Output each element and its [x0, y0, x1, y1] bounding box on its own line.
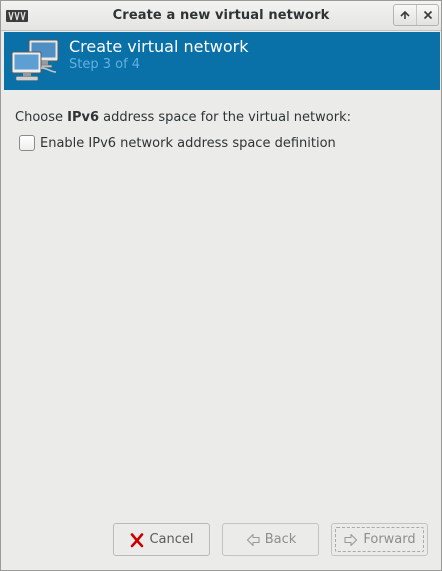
maximize-icon — [400, 10, 410, 19]
maximize-button[interactable] — [394, 5, 417, 25]
enable-ipv6-label[interactable]: Enable IPv6 network address space defini… — [40, 136, 336, 151]
ipv6-prompt: Choose IPv6 address space for the virtua… — [15, 110, 351, 125]
wizard-title: Create virtual network — [69, 37, 249, 56]
cancel-x-icon — [131, 532, 144, 547]
window-controls — [393, 4, 439, 26]
back-button[interactable]: Back — [222, 523, 319, 556]
enable-ipv6-option[interactable]: Enable IPv6 network address space defini… — [19, 134, 336, 152]
wizard-header-banner: Create virtual network Step 3 of 4 — [4, 32, 440, 90]
cancel-button[interactable]: Cancel — [113, 523, 210, 556]
dialog-window: Create a new virtual network Create virt… — [0, 0, 442, 571]
network-computers-icon — [11, 39, 59, 81]
prompt-text-bold: IPv6 — [67, 110, 100, 125]
forward-arrow-icon — [344, 533, 358, 546]
enable-ipv6-checkbox[interactable] — [19, 135, 35, 151]
back-arrow-icon — [246, 533, 260, 546]
close-icon — [423, 10, 433, 20]
cancel-label: Cancel — [149, 532, 194, 547]
prompt-text-end: address space for the virtual network: — [99, 110, 351, 125]
forward-button[interactable]: Forward — [331, 523, 428, 556]
back-label: Back — [264, 532, 297, 547]
prompt-text-start: Choose — [15, 110, 68, 125]
forward-label: Forward — [363, 532, 416, 547]
title-bar[interactable]: Create a new virtual network — [1, 1, 441, 31]
wizard-step-indicator: Step 3 of 4 — [69, 57, 141, 72]
close-button[interactable] — [417, 5, 439, 25]
window-title: Create a new virtual network — [112, 8, 330, 23]
